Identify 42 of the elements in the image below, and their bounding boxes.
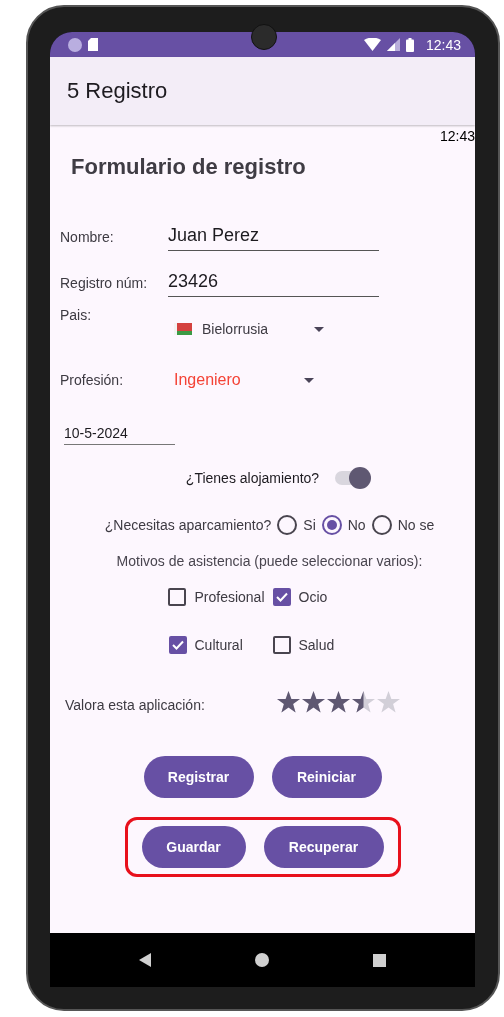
question-label: Motivos de asistencia (puede seleccionar varios): — [115, 553, 424, 569]
checkbox-option[interactable]: Ocio — [272, 588, 369, 606]
field-label: Pais: — [60, 307, 93, 323]
clock-text: 12:43 — [439, 128, 475, 146]
signal-icon — [386, 38, 400, 51]
caret-icon — [314, 326, 324, 332]
back-icon[interactable] — [139, 953, 151, 967]
switch-label: ¿Tienes alojamiento? — [185, 470, 320, 486]
profession-dropdown[interactable]: Ingeniero — [174, 371, 314, 389]
action-button[interactable]: Reiniciar — [271, 756, 382, 798]
check-icon — [275, 592, 288, 602]
camera-icon — [251, 24, 277, 50]
checkbox-option[interactable]: Profesional — [168, 588, 265, 606]
radio-option[interactable]: No — [321, 515, 366, 535]
field-label: Nombre: — [60, 229, 115, 247]
status-time: 12:43 — [425, 36, 461, 53]
radio-option[interactable]: No se — [371, 515, 435, 535]
battery-icon — [405, 37, 414, 52]
action-button[interactable]: Recuperar — [263, 826, 384, 868]
home-icon[interactable] — [255, 953, 269, 967]
input-field[interactable]: Juan Perez — [168, 225, 379, 251]
checkbox-option[interactable]: Salud — [272, 636, 369, 654]
field-label: Registro núm: — [60, 275, 149, 293]
recents-icon[interactable] — [373, 953, 386, 967]
rating-label: Valora esta aplicación: — [65, 696, 206, 713]
checkbox-option[interactable]: Cultural — [168, 636, 265, 654]
country-dropdown[interactable]: Bielorrusia — [174, 321, 324, 337]
action-button[interactable]: Guardar — [141, 826, 246, 868]
date-field[interactable]: 10-5-2024 — [64, 425, 175, 445]
field-label: Profesión: — [60, 372, 125, 388]
check-icon — [171, 640, 184, 650]
flag-icon — [174, 323, 192, 335]
caret-icon — [304, 377, 314, 383]
circle-icon — [68, 37, 82, 52]
input-field[interactable]: 23426 — [168, 271, 379, 297]
question-label: ¿Necesitas aparcamiento? — [104, 517, 272, 533]
sd-card-icon — [88, 38, 98, 51]
app-title: 5 Registro — [67, 78, 168, 104]
form-title: Formulario de registro — [70, 154, 307, 180]
star-rating[interactable] — [277, 691, 400, 713]
wifi-icon — [363, 38, 381, 51]
action-button[interactable]: Registrar — [143, 756, 254, 798]
